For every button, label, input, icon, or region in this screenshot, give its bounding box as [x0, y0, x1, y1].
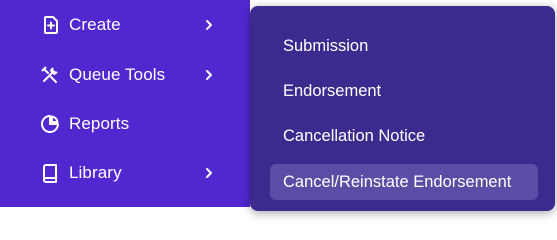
sidebar-item-library[interactable]: Library: [0, 149, 250, 197]
book-icon: [39, 162, 61, 184]
sidebar-item-reports[interactable]: Reports: [0, 100, 250, 148]
submenu-item-label: Endorsement: [283, 81, 382, 100]
sidebar: Create Queue Tools Reports Library: [0, 0, 250, 207]
sidebar-item-label: Reports: [69, 114, 130, 133]
tools-icon: [39, 64, 61, 86]
submenu-item-submission[interactable]: Submission: [270, 28, 538, 64]
submenu-item-endorsement[interactable]: Endorsement: [270, 73, 538, 109]
pie-chart-icon: [39, 113, 61, 135]
sidebar-item-label: Create: [69, 15, 121, 34]
chevron-right-icon: [203, 68, 215, 82]
submenu-item-label: Cancel/Reinstate Endorsement: [283, 172, 512, 191]
submenu-item-cancel-reinstate-endorsement[interactable]: Cancel/Reinstate Endorsement: [270, 164, 538, 200]
plus-square-icon: [39, 14, 61, 36]
submenu-item-label: Cancellation Notice: [283, 126, 426, 145]
submenu-item-cancellation-notice[interactable]: Cancellation Notice: [270, 118, 538, 154]
sidebar-item-queue-tools[interactable]: Queue Tools: [0, 51, 250, 99]
submenu-item-label: Submission: [283, 36, 369, 55]
sidebar-item-create[interactable]: Create: [0, 1, 250, 49]
chevron-right-icon: [203, 18, 215, 32]
sidebar-item-label: Library: [69, 163, 122, 182]
sidebar-item-label: Queue Tools: [69, 65, 166, 84]
chevron-right-icon: [203, 166, 215, 180]
create-submenu: Submission Endorsement Cancellation Noti…: [250, 6, 555, 211]
